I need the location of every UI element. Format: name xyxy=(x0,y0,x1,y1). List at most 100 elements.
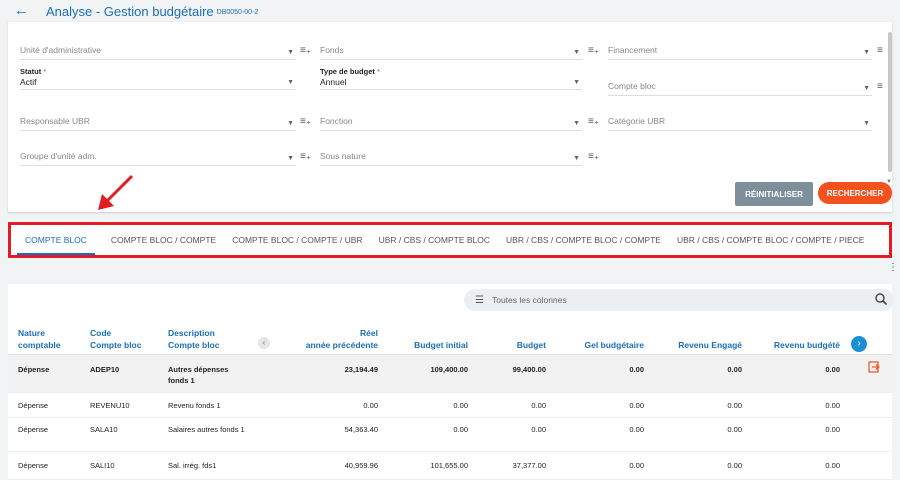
header-revenu-budgete[interactable]: Revenu budgété xyxy=(742,339,840,351)
cell-revenu-engage: 0.00 xyxy=(727,461,742,470)
arrow-left-icon[interactable]: ← xyxy=(14,0,32,22)
cell-budget-initial: 0.00 xyxy=(453,401,468,410)
cell-code: ADEP10 xyxy=(90,365,120,374)
add-filter-icon[interactable]: ≡₊ xyxy=(300,152,311,162)
tab-compte-bloc-compte[interactable]: COMPTE BLOC / COMPTE xyxy=(111,225,216,255)
header-budget[interactable]: Budget xyxy=(468,339,546,351)
header-description[interactable]: Description Compte bloc xyxy=(168,327,219,351)
cell-gel: 0.00 xyxy=(629,401,644,410)
tab-compte-bloc[interactable]: COMPTE BLOC xyxy=(17,225,95,255)
data-grid: Nature comptable Code Compte bloc Descri… xyxy=(8,318,892,480)
tab-bar: COMPTE BLOC COMPTE BLOC / COMPTE COMPTE … xyxy=(8,222,892,258)
add-filter-icon[interactable]: ≡ xyxy=(877,46,883,56)
caret-down-icon: ▼ xyxy=(287,49,294,56)
header-revenu-engage[interactable]: Revenu Engagé xyxy=(644,339,742,351)
add-filter-icon[interactable]: ≡₊ xyxy=(300,117,311,127)
add-filter-icon[interactable]: ≡₊ xyxy=(588,117,599,127)
top-bar: ← Analyse - Gestion budgétaire DB0050-00… xyxy=(0,0,900,22)
type-budget-label: Type de budget xyxy=(320,67,375,76)
cell-budget: 0.00 xyxy=(531,425,546,434)
reset-button[interactable]: RÉINITIALISER xyxy=(735,182,813,206)
header-budget-initial[interactable]: Budget initial xyxy=(378,339,468,351)
compte-bloc-select[interactable]: Compte bloc ▼ xyxy=(608,72,872,96)
statut-select[interactable]: Statut * Actif ▼ xyxy=(20,66,296,90)
caret-down-icon: ▼ xyxy=(573,120,580,127)
header-reel[interactable]: Réel année précédente xyxy=(278,327,378,351)
cell-revenu-engage: 0.00 xyxy=(727,365,742,374)
add-filter-icon[interactable]: ≡ xyxy=(877,82,883,92)
required-mark: * xyxy=(376,67,380,76)
add-filter-icon[interactable]: ≡₊ xyxy=(300,46,311,56)
page-code: DB0050-00-2 xyxy=(216,8,259,16)
cell-description: Sal. irrég. fds1 xyxy=(168,461,217,470)
column-search-input[interactable]: ☰ Toutes les colonnes xyxy=(464,289,894,311)
filter-scrollbar[interactable] xyxy=(888,32,892,172)
filter-panel: Unité d'administrative ▼ ≡₊ Fonds ▼ ≡₊ F… xyxy=(8,22,892,212)
fonction-label: Fonction xyxy=(320,116,353,126)
header-gel[interactable]: Gel budgétaire xyxy=(546,339,644,351)
financement-label: Financement xyxy=(608,45,658,55)
add-filter-icon[interactable]: ≡₊ xyxy=(588,152,599,162)
cell-reel: 40,959.96 xyxy=(344,461,378,470)
caret-down-icon: ▼ xyxy=(863,120,870,127)
caret-down-icon: ▼ xyxy=(287,79,294,86)
cell-revenu-engage: 0.00 xyxy=(727,425,742,434)
cell-revenu-budgete: 0.00 xyxy=(825,461,840,470)
required-mark: * xyxy=(43,67,47,76)
search-icon[interactable] xyxy=(874,292,888,306)
fonds-label: Fonds xyxy=(320,45,344,55)
groupe-unite-label: Groupe d'unité adm. xyxy=(20,151,97,161)
tab-ubr-cbs-compte-bloc-compte[interactable]: UBR / CBS / COMPTE BLOC / COMPTE xyxy=(506,225,661,255)
cell-nature: Dépense xyxy=(18,365,50,374)
tab-compte-bloc-compte-ubr[interactable]: COMPTE BLOC / COMPTE / UBR xyxy=(232,225,362,255)
add-filter-icon[interactable]: ≡₊ xyxy=(588,46,599,56)
tab-ubr-cbs-compte-bloc-compte-piece[interactable]: UBR / CBS / COMPTE BLOC / COMPTE / PIECE xyxy=(677,225,865,255)
cell-budget-initial: 109,400.00 xyxy=(430,365,468,374)
sous-nature-label: Sous nature xyxy=(320,151,366,161)
grid-toolbar: ☰ Toutes les colonnes xyxy=(8,284,894,318)
column-search-placeholder: Toutes les colonnes xyxy=(491,295,567,305)
categorie-ubr-select[interactable]: Catégorie UBR ▼ xyxy=(608,107,872,131)
cell-nature: Dépense xyxy=(18,461,49,470)
list-icon: ☰ xyxy=(475,294,484,306)
table-row[interactable]: Dépense SALI10 Sal. irrég. fds1 40,959.9… xyxy=(8,452,892,480)
more-options-icon[interactable]: ⋮ xyxy=(888,263,898,273)
open-detail-icon[interactable] xyxy=(868,361,880,373)
cell-revenu-budgete: 0.00 xyxy=(825,401,840,410)
cell-code: REVENU10 xyxy=(90,401,130,410)
caret-down-icon: ▼ xyxy=(863,85,870,92)
statut-label: Statut xyxy=(20,67,42,76)
type-budget-value: Annuel xyxy=(320,77,347,87)
sous-nature-select[interactable]: Sous nature ▼ xyxy=(320,142,582,166)
caret-down-icon: ▼ xyxy=(287,120,294,127)
cell-reel: 0.00 xyxy=(363,401,378,410)
scroll-right-icon[interactable]: › xyxy=(851,336,867,352)
cell-description: Salaires autres fonds 1 xyxy=(168,425,245,434)
responsable-ubr-select[interactable]: Responsable UBR ▼ xyxy=(20,107,296,131)
caret-down-icon: ▼ xyxy=(573,155,580,162)
groupe-unite-select[interactable]: Groupe d'unité adm. ▼ xyxy=(20,142,296,166)
cell-gel: 0.00 xyxy=(629,425,644,434)
scroll-left-icon[interactable]: ‹ xyxy=(258,337,270,349)
type-budget-select[interactable]: Type de budget * Annuel ▼ xyxy=(320,66,582,90)
search-button[interactable]: RECHERCHER xyxy=(818,182,892,204)
cell-description: Autres dépenses fonds 1 xyxy=(168,365,229,385)
unite-adm-select[interactable]: Unité d'administrative ▼ xyxy=(20,36,296,60)
tab-ubr-cbs-compte-bloc[interactable]: UBR / CBS / COMPTE BLOC xyxy=(379,225,490,255)
caret-down-icon: ▼ xyxy=(287,155,294,162)
cell-budget-initial: 0.00 xyxy=(453,425,468,434)
header-code[interactable]: Code Compte bloc xyxy=(90,327,141,351)
fonds-select[interactable]: Fonds ▼ xyxy=(320,36,582,60)
caret-down-icon: ▼ xyxy=(573,79,580,86)
financement-select[interactable]: Financement ▼ xyxy=(608,36,872,60)
unite-adm-label: Unité d'administrative xyxy=(20,45,101,55)
cell-gel: 0.00 xyxy=(629,365,644,374)
table-row[interactable]: Dépense REVENU10 Revenu fonds 1 0.00 0.0… xyxy=(8,393,892,418)
table-row[interactable]: Dépense ADEP10 Autres dépenses fonds 1 2… xyxy=(8,355,892,393)
cell-budget: 37,377.00 xyxy=(512,461,546,470)
table-row[interactable]: Dépense SALA10 Salaires autres fonds 1 5… xyxy=(8,418,892,452)
cell-description: Revenu fonds 1 xyxy=(168,401,221,410)
fonction-select[interactable]: Fonction ▼ xyxy=(320,107,582,131)
responsable-ubr-label: Responsable UBR xyxy=(20,116,90,126)
header-nature[interactable]: Nature comptable xyxy=(18,327,61,351)
